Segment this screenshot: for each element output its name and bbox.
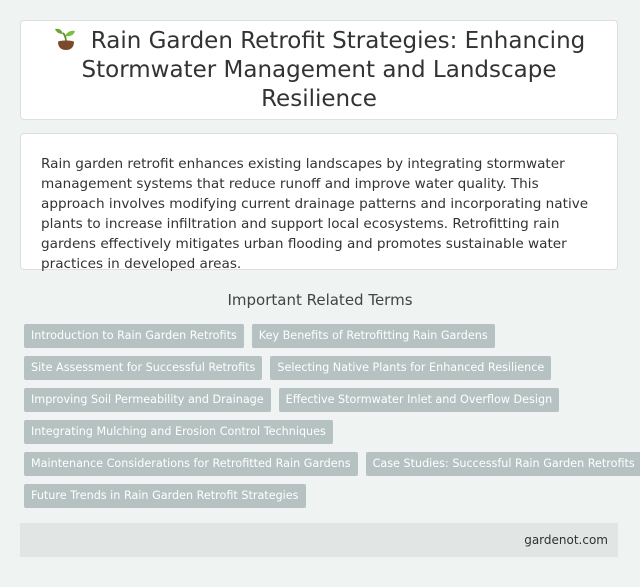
related-term-tag[interactable]: Introduction to Rain Garden Retrofits [24, 324, 244, 348]
footer-site-link[interactable]: gardenot.com [524, 533, 608, 547]
related-terms-list: Introduction to Rain Garden Retrofits Ke… [24, 324, 640, 516]
related-term-tag[interactable]: Key Benefits of Retrofitting Rain Garden… [251, 324, 495, 348]
related-terms-heading: Important Related Terms [227, 291, 413, 309]
tag-row: Maintenance Considerations for Retrofitt… [24, 452, 640, 476]
related-term-tag[interactable]: Selecting Native Plants for Enhanced Res… [270, 356, 552, 380]
related-term-tag[interactable]: Site Assessment for Successful Retrofits [24, 356, 263, 380]
related-term-tag[interactable]: Future Trends in Rain Garden Retrofit St… [24, 484, 306, 508]
footer: gardenot.com [20, 523, 618, 557]
related-term-tag[interactable]: Maintenance Considerations for Retrofitt… [24, 452, 358, 476]
related-term-tag[interactable]: Improving Soil Permeability and Drainage [24, 388, 271, 412]
related-term-tag[interactable]: Integrating Mulching and Erosion Control… [24, 420, 333, 444]
intro-paragraph: Rain garden retrofit enhances existing l… [41, 156, 589, 272]
tag-row: Introduction to Rain Garden Retrofits Ke… [24, 324, 624, 348]
page-title: Rain Garden Retrofit Strategies: Enhanci… [29, 27, 609, 114]
tag-row: Improving Soil Permeability and Drainage… [24, 388, 624, 412]
related-term-tag[interactable]: Case Studies: Successful Rain Garden Ret… [365, 452, 640, 476]
tag-row: Integrating Mulching and Erosion Control… [24, 420, 624, 444]
title-card: Rain Garden Retrofit Strategies: Enhanci… [20, 20, 618, 120]
tag-row: Site Assessment for Successful Retrofits… [24, 356, 624, 380]
related-term-tag[interactable]: Effective Stormwater Inlet and Overflow … [278, 388, 560, 412]
sprout-icon [54, 28, 75, 50]
page-title-text: Rain Garden Retrofit Strategies: Enhanci… [81, 27, 586, 112]
tag-row: Future Trends in Rain Garden Retrofit St… [24, 484, 624, 508]
intro-card: Rain garden retrofit enhances existing l… [20, 133, 618, 272]
